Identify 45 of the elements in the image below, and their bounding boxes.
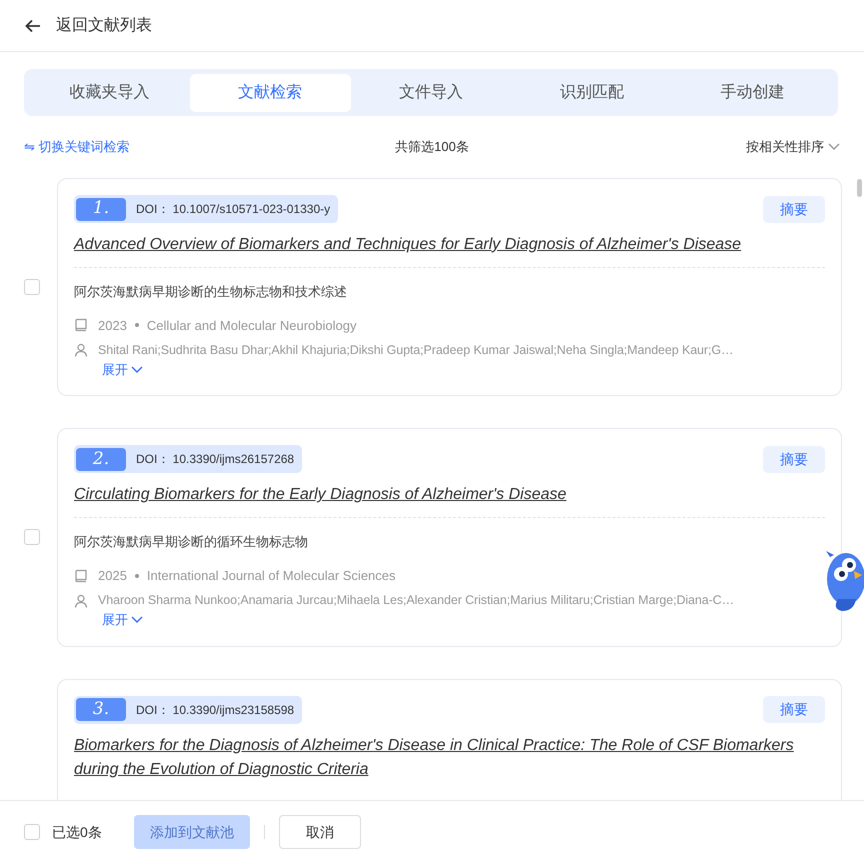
author-list: Vharoon Sharma Nunkoo;Anamaria Jurcau;Mihaela Les;Alexander Cristian;Marius Militaru;Cristian Marge;Diana-C… — [98, 591, 734, 610]
cancel-button[interactable]: 取消 — [278, 815, 361, 849]
person-icon — [74, 594, 88, 608]
result-count: 共筛选100条 — [395, 138, 469, 156]
abstract-button[interactable]: 摘要 — [763, 196, 825, 222]
result-number: 2. — [76, 448, 126, 471]
translated-title: 阿尔茨海默病早期诊断的生物标志物和技术综述 — [74, 283, 348, 301]
book-icon — [74, 318, 88, 332]
scrollbar[interactable] — [857, 179, 862, 197]
author-list: Shital Rani;Sudhrita Basu Dhar;Akhil Khajuria;Dikshi Gupta;Pradeep Kumar Jaiswal;Neha Singla;Mandeep Kaur;G… — [98, 341, 734, 360]
expand-link[interactable]: 展开 — [102, 360, 143, 380]
person-icon — [74, 343, 88, 358]
chevron-down-icon — [131, 616, 143, 624]
doi-text: DOI： 10.1007/s10571-023-01330-y — [136, 201, 330, 218]
checkbox[interactable] — [24, 279, 40, 296]
checkbox[interactable] — [24, 529, 40, 546]
bird-mascot-icon[interactable] — [824, 549, 864, 613]
back-button[interactable]: 返回文献列表 — [24, 14, 152, 38]
doi-text: DOI： 10.3390/ijms26157268 — [136, 451, 294, 468]
switch-keyword-search-link[interactable]: ⇋ 切换关键词检索 — [24, 137, 224, 157]
tab[interactable]: 识别匹配 — [511, 74, 672, 112]
abstract-button[interactable]: 摘要 — [763, 446, 825, 473]
translated-title: 阿尔茨海默病早期诊断的循环生物标志物 — [74, 533, 309, 552]
abstract-button[interactable]: 摘要 — [763, 696, 825, 723]
chevron-down-icon — [828, 143, 840, 151]
article-title[interactable]: Circulating Biomarkers for the Early Diagnosis of Alzheimer's Disease — [74, 483, 825, 518]
article-title[interactable]: Biomarkers for the Diagnosis of Alzheimer's Disease in Clinical Practice: The Role of CSF Biomarkers during the Evolution of Diagnostic Criteria — [74, 734, 825, 792]
result-number: 3. — [76, 698, 126, 721]
journal-name: International Journal of Molecular Sciences — [146, 566, 396, 585]
article-title[interactable]: Advanced Overview of Biomarkers and Techniques for Early Diagnosis of Alzheimer's Disease — [74, 233, 825, 267]
result-number: 1. — [76, 198, 126, 220]
journal-name: Cellular and Molecular Neurobiology — [146, 316, 356, 335]
sort-dropdown[interactable]: 按相关性排序 — [640, 137, 840, 157]
selected-count: 已选0条 — [52, 822, 102, 842]
chevron-down-icon — [131, 366, 143, 374]
publication-year: 2023 — [98, 316, 127, 334]
book-icon — [74, 568, 88, 582]
tab[interactable]: 文献检索 — [190, 74, 351, 112]
publication-year: 2025 — [98, 566, 127, 585]
tab[interactable]: 文件导入 — [350, 74, 512, 112]
expand-link[interactable]: 展开 — [102, 610, 143, 630]
select-all-checkbox[interactable] — [24, 824, 40, 840]
tab[interactable]: 手动创建 — [672, 74, 833, 112]
tab[interactable]: 收藏夹导入 — [29, 74, 190, 112]
doi-text: DOI： 10.3390/ijms23158598 — [136, 702, 294, 718]
